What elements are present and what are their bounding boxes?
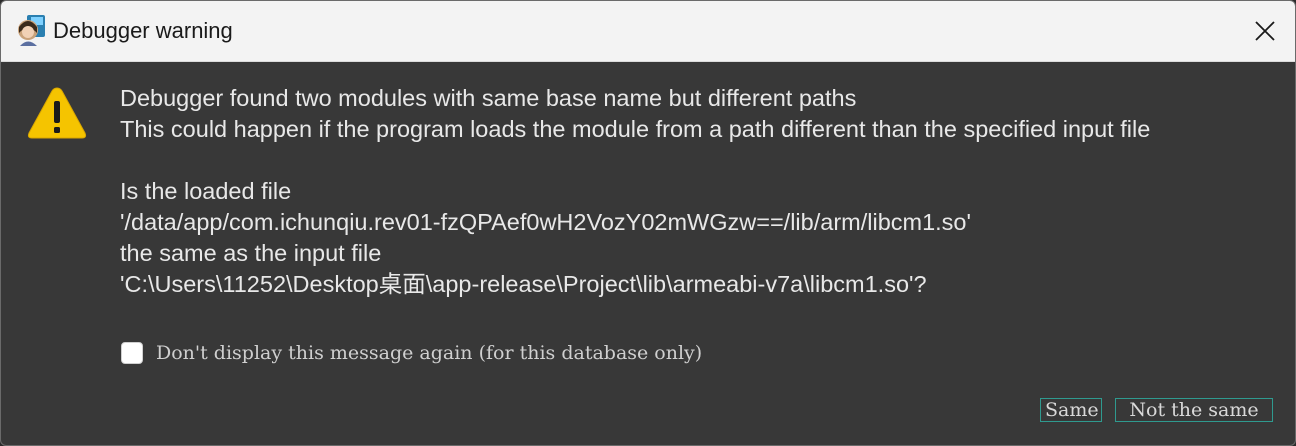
message-line: Debugger found two modules with same bas… xyxy=(120,85,857,111)
message-line xyxy=(120,145,1150,176)
close-icon xyxy=(1255,21,1275,41)
loaded-file-path: '/data/app/com.ichunqiu.rev01-fzQPAef0wH… xyxy=(120,209,971,235)
dont-display-again-option[interactable]: Don't display this message again (for th… xyxy=(121,342,702,364)
same-button[interactable]: Same xyxy=(1040,398,1102,422)
dialog-window: Debugger warning Debugger found two modu… xyxy=(0,0,1296,446)
title-bar[interactable]: Debugger warning xyxy=(1,1,1295,62)
not-the-same-button[interactable]: Not the same xyxy=(1115,398,1273,422)
window-title: Debugger warning xyxy=(53,18,233,43)
message-line: This could happen if the program loads t… xyxy=(120,116,1151,142)
dont-display-again-checkbox[interactable] xyxy=(121,342,143,364)
input-file-path: 'C:\Users\11252\Desktop桌面\app-release\Pr… xyxy=(120,271,927,297)
checkbox-label[interactable]: Don't display this message again (for th… xyxy=(156,342,702,364)
close-button[interactable] xyxy=(1235,1,1295,61)
warning-icon xyxy=(27,87,87,139)
message-line: Is the loaded file xyxy=(120,178,292,204)
message-line: the same as the input file xyxy=(120,240,382,266)
warning-message: Debugger found two modules with same bas… xyxy=(120,83,1150,300)
app-icon xyxy=(18,15,45,46)
